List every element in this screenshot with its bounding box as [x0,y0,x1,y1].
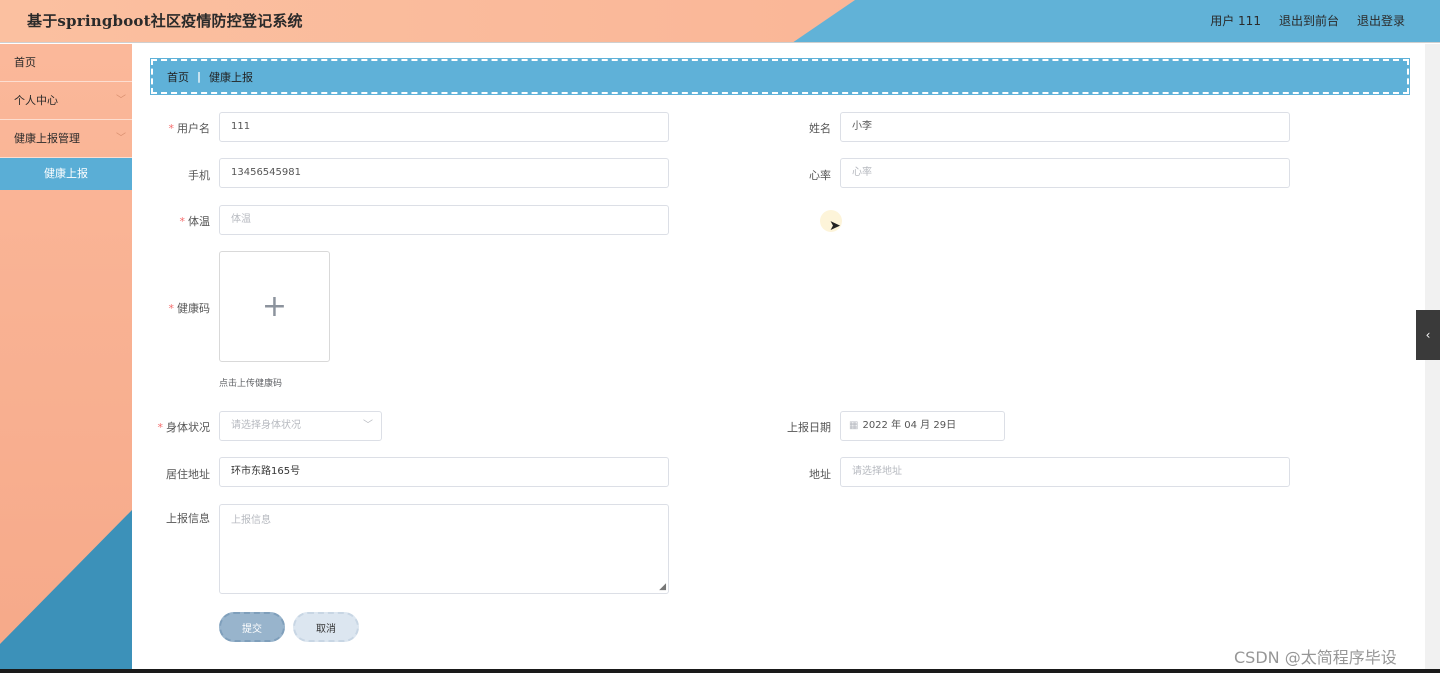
chevron-down-icon: ﹀ [116,133,126,144]
mouse-cursor-icon: ➤ [829,218,841,234]
required-mark: * [157,421,164,434]
top-header: 基于springboot社区疫情防控登记系统 用户 111 退出到前台 退出登录 [0,0,1440,43]
submit-button[interactable]: 提交 [219,612,285,642]
sidebar-subitem-label: 健康上报 [44,167,88,180]
required-mark: * [168,122,175,135]
sidebar-item-label: 健康上报管理 [14,132,80,145]
body-status-select[interactable]: 请选择身体状况 ﹀ [219,411,382,441]
header-actions: 用户 111 退出到前台 退出登录 [1210,12,1405,29]
health-code-label: * 健康码 [168,302,211,315]
temperature-label: * 体温 [179,215,211,228]
residence-label: 居住地址 [166,468,210,481]
temperature-input[interactable]: 体温 [219,205,669,235]
logout-link[interactable]: 退出登录 [1357,12,1405,29]
heart-rate-label: 心率 [809,169,831,182]
chevron-left-icon[interactable]: ‹ [1416,310,1440,360]
cancel-button[interactable]: 取消 [293,612,359,642]
app-title: 基于springboot社区疫情防控登记系统 [27,12,303,30]
breadcrumb-separator: | [197,70,202,83]
name-label: 姓名 [809,122,831,135]
health-code-upload[interactable]: + [219,251,330,362]
report-date-picker[interactable]: ▦ 2022 年 04 月 29日 [840,411,1005,441]
current-user-label: 用户 111 [1210,14,1261,28]
required-mark: * [168,302,175,315]
address-input[interactable]: 请选择地址 [840,457,1290,487]
chevron-down-icon: ﹀ [116,95,126,106]
name-input[interactable]: 小李 [840,112,1290,142]
bottom-edge [0,669,1440,673]
sidebar-item-label: 首页 [14,56,36,69]
report-info-textarea[interactable]: 上报信息 ◢ [219,504,669,594]
breadcrumb: 首页 | 健康上报 [150,58,1410,95]
username-input[interactable]: 111 [219,112,669,142]
upload-tip: 点击上传健康码 [219,379,283,389]
exit-to-front-link[interactable]: 退出到前台 [1279,12,1339,29]
report-info-label: 上报信息 [166,512,210,525]
username-label: * 用户名 [168,122,211,135]
breadcrumb-current: 健康上报 [209,70,254,84]
sidebar-item-home[interactable]: 首页 [0,44,132,82]
report-date-label: 上报日期 [787,421,831,434]
breadcrumb-home[interactable]: 首页 [167,69,189,85]
heart-rate-input[interactable]: 心率 [840,158,1290,188]
sidebar-item-personal-center[interactable]: 个人中心 ﹀ [0,82,132,120]
sidebar-subitem-health-report[interactable]: 健康上报 [0,158,132,190]
main-content: 首页 | 健康上报 * 用户名 111 姓名 小李 手机 13456545981 … [132,44,1425,669]
body-status-label: * 身体状况 [157,421,211,434]
sidebar-item-health-report-management[interactable]: 健康上报管理 ﹀ [0,120,132,158]
sidebar-item-label: 个人中心 [14,94,58,107]
phone-input[interactable]: 13456545981 [219,158,669,188]
phone-label: 手机 [188,169,210,182]
required-mark: * [179,215,186,228]
resize-handle-icon[interactable]: ◢ [659,582,666,592]
address-label: 地址 [809,468,831,481]
chevron-down-icon: ﹀ [363,420,373,431]
plus-icon: + [261,289,288,324]
residence-input[interactable]: 环市东路165号 [219,457,669,487]
calendar-icon: ▦ [849,420,859,431]
watermark: CSDN @太简程序毕设 [1234,648,1397,667]
sidebar: 首页 个人中心 ﹀ 健康上报管理 ﹀ 健康上报 [0,44,132,669]
